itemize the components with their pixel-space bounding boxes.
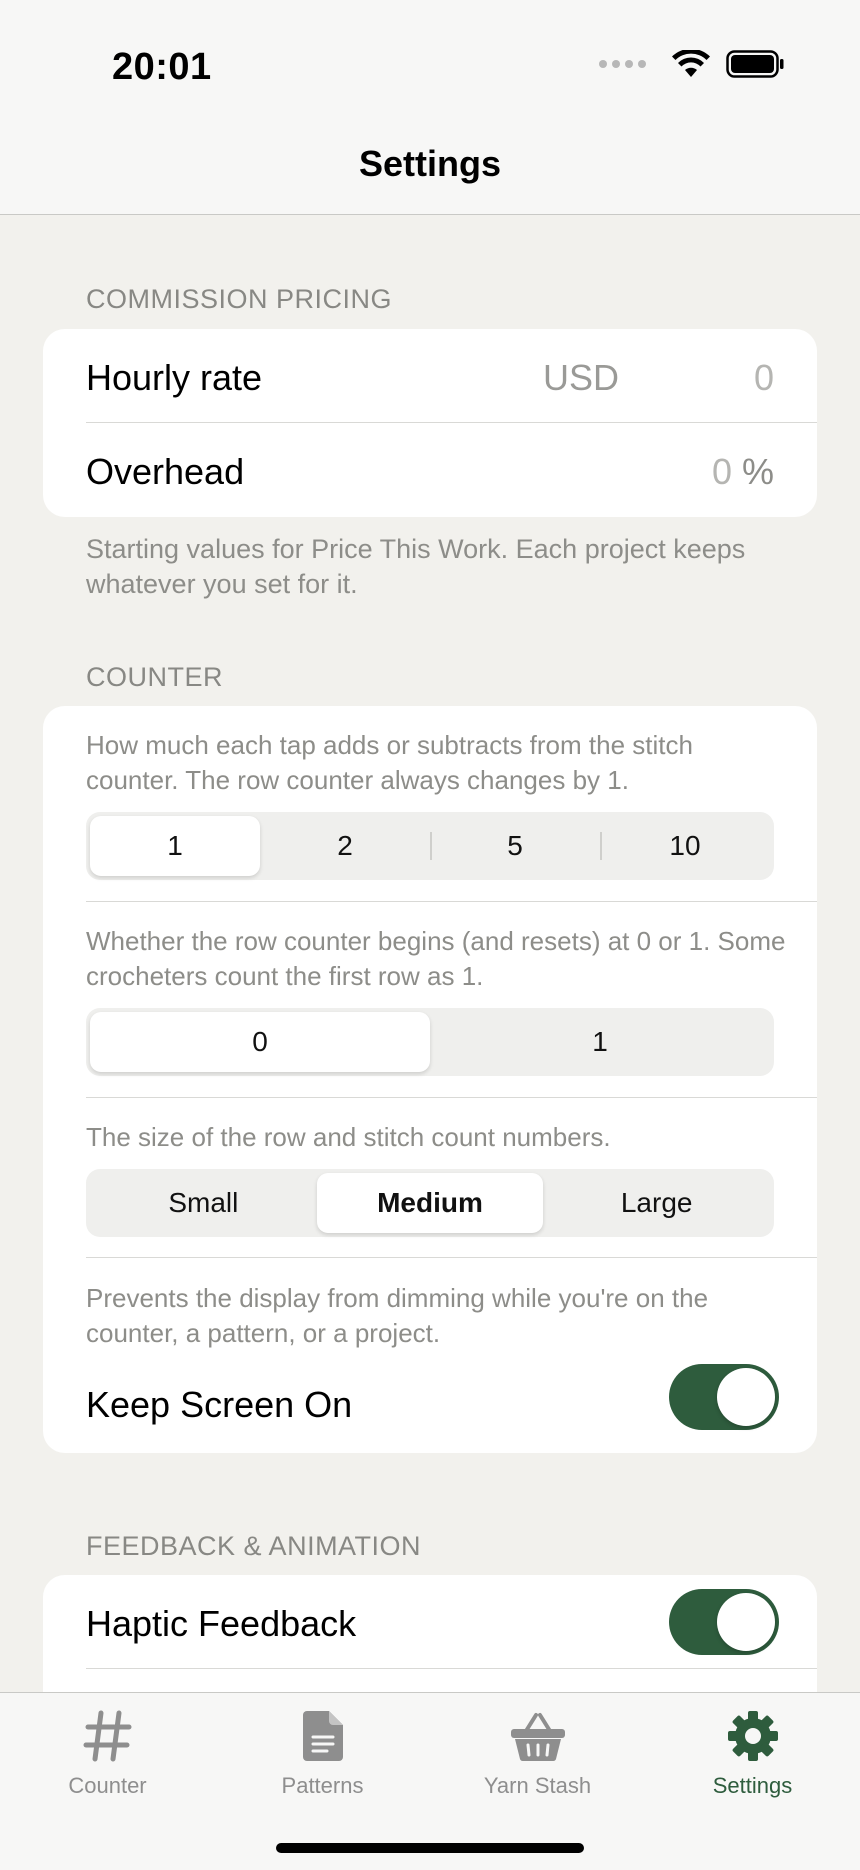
step-option-10[interactable]: 10 bbox=[600, 816, 770, 876]
tab-patterns[interactable]: Patterns bbox=[215, 1703, 430, 1813]
size-segmented-control[interactable]: Small Medium Large bbox=[86, 1169, 774, 1237]
divider bbox=[86, 1257, 817, 1258]
overhead-input[interactable]: 0 bbox=[712, 451, 732, 492]
step-option-5[interactable]: 5 bbox=[430, 816, 600, 876]
tab-settings[interactable]: Settings bbox=[645, 1703, 860, 1813]
gear-icon bbox=[726, 1703, 780, 1769]
counter-card: How much each tap adds or subtracts from… bbox=[43, 706, 817, 1453]
hash-icon bbox=[83, 1703, 133, 1769]
hourly-rate-input[interactable]: 0 bbox=[754, 357, 774, 399]
divider bbox=[86, 1097, 817, 1098]
keep-screen-toggle[interactable] bbox=[669, 1364, 779, 1430]
hourly-rate-row[interactable]: Hourly rate USD 0 bbox=[86, 329, 817, 423]
section-header-feedback: FEEDBACK & ANIMATION bbox=[86, 1531, 422, 1561]
size-option-large[interactable]: Large bbox=[543, 1173, 770, 1233]
overhead-row[interactable]: Overhead 0 % bbox=[86, 423, 817, 517]
start-option-1[interactable]: 1 bbox=[430, 1012, 770, 1072]
basket-icon bbox=[509, 1703, 567, 1769]
hourly-rate-label: Hourly rate bbox=[86, 357, 263, 398]
section-header-commission: COMMISSION PRICING bbox=[86, 284, 393, 314]
size-description: The size of the row and stitch count num… bbox=[86, 1122, 611, 1152]
section-header-counter: COUNTER bbox=[86, 662, 223, 692]
size-option-small[interactable]: Small bbox=[90, 1173, 317, 1233]
tab-label: Counter bbox=[68, 1773, 147, 1798]
step-description: How much each tap adds or subtracts from… bbox=[86, 730, 693, 795]
tab-label: Yarn Stash bbox=[483, 1773, 592, 1798]
home-indicator bbox=[276, 1843, 584, 1853]
size-option-medium[interactable]: Medium bbox=[316, 1173, 544, 1233]
haptic-label: Haptic Feedback bbox=[86, 1603, 357, 1644]
tab-label: Settings bbox=[712, 1773, 793, 1798]
tab-label: Patterns bbox=[281, 1773, 364, 1798]
tab-yarn-stash[interactable]: Yarn Stash bbox=[430, 1703, 645, 1813]
start-segmented-control[interactable]: 0 1 bbox=[86, 1008, 774, 1076]
cellular-signal-icon bbox=[599, 60, 646, 68]
status-time: 20:01 bbox=[112, 46, 212, 88]
wifi-icon bbox=[672, 50, 710, 77]
divider bbox=[86, 901, 817, 902]
haptic-toggle[interactable] bbox=[669, 1589, 779, 1655]
divider bbox=[86, 1668, 817, 1669]
step-option-2[interactable]: 2 bbox=[260, 816, 430, 876]
navigation-bar: 20:01 Settings bbox=[0, 0, 860, 215]
commission-card: Hourly rate USD 0 Overhead 0 % bbox=[43, 329, 817, 517]
commission-footer-note: Starting values for Price This Work. Eac… bbox=[86, 534, 746, 599]
start-option-0[interactable]: 0 bbox=[90, 1012, 430, 1072]
currency-label[interactable]: USD bbox=[543, 357, 619, 399]
percent-label: % bbox=[741, 451, 774, 492]
document-icon bbox=[301, 1703, 345, 1769]
page-title: Settings bbox=[358, 143, 501, 184]
tab-counter[interactable]: Counter bbox=[0, 1703, 215, 1813]
keep-screen-description: Prevents the display from dimming while … bbox=[86, 1283, 709, 1348]
overhead-label: Overhead bbox=[86, 451, 245, 492]
toggle-knob bbox=[717, 1368, 775, 1426]
step-segmented-control[interactable]: 1 2 5 10 bbox=[86, 812, 774, 880]
status-icons bbox=[599, 50, 784, 78]
toggle-knob bbox=[717, 1593, 775, 1651]
start-description: Whether the row counter begins (and rese… bbox=[86, 926, 786, 991]
battery-icon bbox=[726, 50, 784, 78]
keep-screen-label: Keep Screen On bbox=[86, 1384, 353, 1425]
step-option-1[interactable]: 1 bbox=[90, 816, 260, 876]
